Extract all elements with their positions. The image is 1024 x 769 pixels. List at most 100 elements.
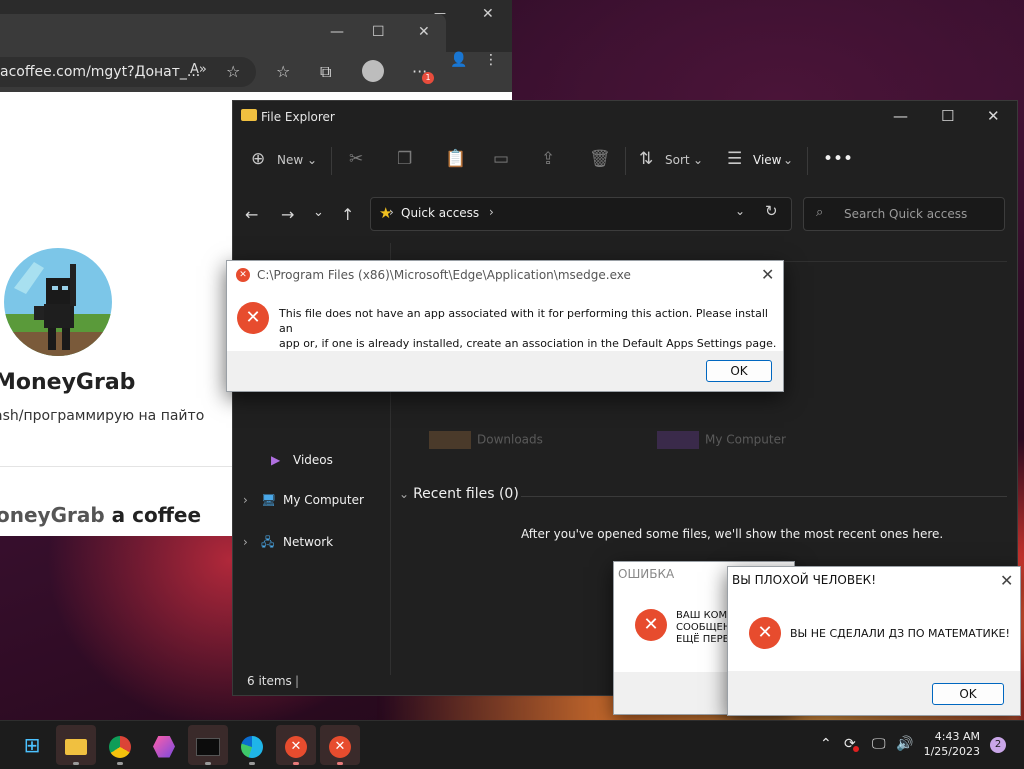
dialog-message-line: app or, if one is already installed, cre… [279, 337, 777, 350]
running-indicator [293, 762, 299, 765]
address-path[interactable]: Quick access [401, 206, 479, 220]
start-button[interactable]: ⊞ [12, 725, 52, 765]
settings-more-icon[interactable]: ⋮ [484, 52, 498, 68]
clock-time: 4:43 AM [934, 730, 980, 743]
chevron-down-icon: ⌄ [693, 153, 704, 167]
refresh-icon[interactable]: ↻ [765, 202, 778, 220]
sidebar-item-my-computer[interactable]: › 🖥 My Computer [243, 493, 364, 507]
chevron-down-icon: ⌄ [399, 487, 410, 501]
rename-icon[interactable]: ▭ [493, 149, 509, 169]
dialog-message-line: ЕЩЁ ПЕРЕ [676, 634, 729, 645]
error-icon: ✕ [236, 268, 250, 282]
taskbar-file-explorer[interactable] [56, 725, 96, 765]
maximize-icon[interactable]: ☐ [941, 107, 954, 125]
taskbar: ⊞ ✕ ✕ ⌃ ⟳ 🖵 🔊 4:43 AM 1/25/2023 2 [0, 720, 1024, 769]
view-icon[interactable]: ☰ [727, 149, 742, 169]
taskbar-error-app-2[interactable]: ✕ [320, 725, 360, 765]
forward-arrow-icon[interactable]: → [281, 205, 294, 224]
address-dropdown-icon[interactable]: ⌄ [735, 204, 745, 218]
videos-icon: ▶ [271, 453, 281, 467]
dialog-message-line: СООБЩЕН [676, 622, 731, 633]
folder-icon [65, 738, 87, 755]
taskbar-error-app-1[interactable]: ✕ [276, 725, 316, 765]
running-indicator [249, 762, 255, 765]
new-plus-icon[interactable]: ⊕ [251, 149, 265, 169]
read-aloud-icon[interactable]: A» [190, 62, 207, 77]
copy-icon[interactable]: ❐ [397, 149, 412, 169]
clock-date: 1/25/2023 [923, 745, 980, 758]
more-options-icon[interactable]: ••• [823, 149, 853, 169]
search-input[interactable]: ⌕ Search Quick access [803, 197, 1005, 231]
computer-folder-icon [657, 431, 699, 449]
collections-icon[interactable]: ⧉ [320, 62, 331, 82]
quick-access-item[interactable]: My Computer [657, 431, 786, 449]
cut-icon[interactable]: ✂ [349, 149, 363, 169]
dialog-message-line: This file does not have an app associate… [279, 307, 768, 335]
ok-button[interactable]: OK [706, 360, 772, 382]
recent-files-label: Recent files (0) [413, 486, 519, 502]
quick-access-item[interactable]: Downloads [429, 431, 543, 449]
close-icon[interactable]: ✕ [987, 107, 1000, 125]
favorite-star-icon[interactable]: ☆ [226, 62, 240, 81]
creator-name: MoneyGrab [0, 370, 136, 395]
error-dialog-bad-person: ВЫ ПЛОХОЙ ЧЕЛОВЕК! ✕ ✕ ВЫ НЕ СДЕЛАЛИ ДЗ … [727, 566, 1021, 716]
toolbar-separator [625, 147, 626, 175]
sort-button[interactable]: Sort [665, 153, 690, 167]
sort-icon[interactable]: ⇅ [639, 149, 653, 169]
share-icon[interactable]: ⇪ [541, 149, 555, 169]
close-icon[interactable]: ✕ [1000, 571, 1013, 590]
chevron-down-icon: ⌄ [307, 153, 318, 167]
sidebar-item-label: Network [283, 535, 334, 549]
dialog-title: C:\Program Files (x86)\Microsoft\Edge\Ap… [257, 268, 631, 282]
profile-avatar[interactable] [362, 60, 384, 82]
paste-icon[interactable]: 📋 [445, 149, 466, 169]
taskbar-edge[interactable] [232, 725, 272, 765]
volume-icon[interactable]: 🔊 [896, 736, 913, 752]
sidebar-item-network[interactable]: › 🖧 Network [243, 533, 333, 554]
favorites-icon[interactable]: ☆ [276, 62, 290, 81]
ok-button[interactable]: OK [932, 683, 1004, 705]
running-indicator [205, 762, 211, 765]
maximize-icon[interactable]: ☐ [372, 24, 385, 40]
edge-icon [241, 735, 263, 758]
delete-icon[interactable]: 🗑 [589, 149, 611, 169]
notification-badge[interactable]: 2 [990, 737, 1006, 753]
sidebar-item-label: Videos [293, 453, 333, 467]
buy-coffee-name: oneyGrab [0, 503, 105, 527]
close-icon[interactable]: ✕ [418, 24, 430, 40]
taskbar-app-purple[interactable] [144, 725, 184, 765]
running-indicator [117, 762, 123, 765]
browser-minimize-icon[interactable]: — [434, 6, 446, 20]
chevron-up-icon[interactable]: ⌃ [820, 736, 832, 752]
running-indicator [73, 762, 79, 765]
browser-close-icon[interactable]: ✕ [482, 6, 494, 22]
minimize-icon[interactable]: — [330, 24, 344, 40]
url-text[interactable]: acoffee.com/mgyt?Донат_... [0, 64, 200, 80]
error-icon: ✕ [749, 617, 781, 649]
chevron-right-icon: › [489, 205, 494, 219]
address-bar[interactable]: ★ › Quick access › ⌄ ↻ [370, 197, 792, 231]
terminal-icon [196, 737, 220, 756]
account-icon[interactable]: 👤 [450, 52, 467, 68]
display-icon[interactable]: 🖵 [872, 736, 886, 752]
dialog-message: This file does not have an app associate… [279, 306, 779, 351]
creator-description: ash/программирую на пайто [0, 408, 205, 424]
taskbar-terminal[interactable] [188, 725, 228, 765]
running-indicator [337, 762, 343, 765]
up-arrow-icon[interactable]: ↑ [341, 205, 354, 224]
close-icon[interactable]: ✕ [761, 265, 774, 284]
view-button[interactable]: View [753, 153, 781, 167]
back-arrow-icon[interactable]: ← [245, 205, 258, 224]
dialog-message-line: ВАШ КОМ [676, 610, 728, 621]
sidebar-item-videos[interactable]: ▶ Videos [271, 453, 333, 467]
dialog-footer [227, 351, 783, 391]
minimize-icon[interactable]: — [893, 107, 908, 125]
recent-files-header[interactable]: ⌄ Recent files (0) [399, 486, 519, 502]
error-icon: ✕ [329, 735, 351, 758]
error-icon: ✕ [237, 302, 269, 334]
clock[interactable]: 4:43 AM 1/25/2023 [924, 729, 980, 759]
taskbar-chrome[interactable] [100, 725, 140, 765]
sync-alert-dot [853, 746, 859, 752]
recent-locations-icon[interactable]: ⌄ [313, 205, 324, 220]
new-button[interactable]: New [277, 153, 303, 167]
